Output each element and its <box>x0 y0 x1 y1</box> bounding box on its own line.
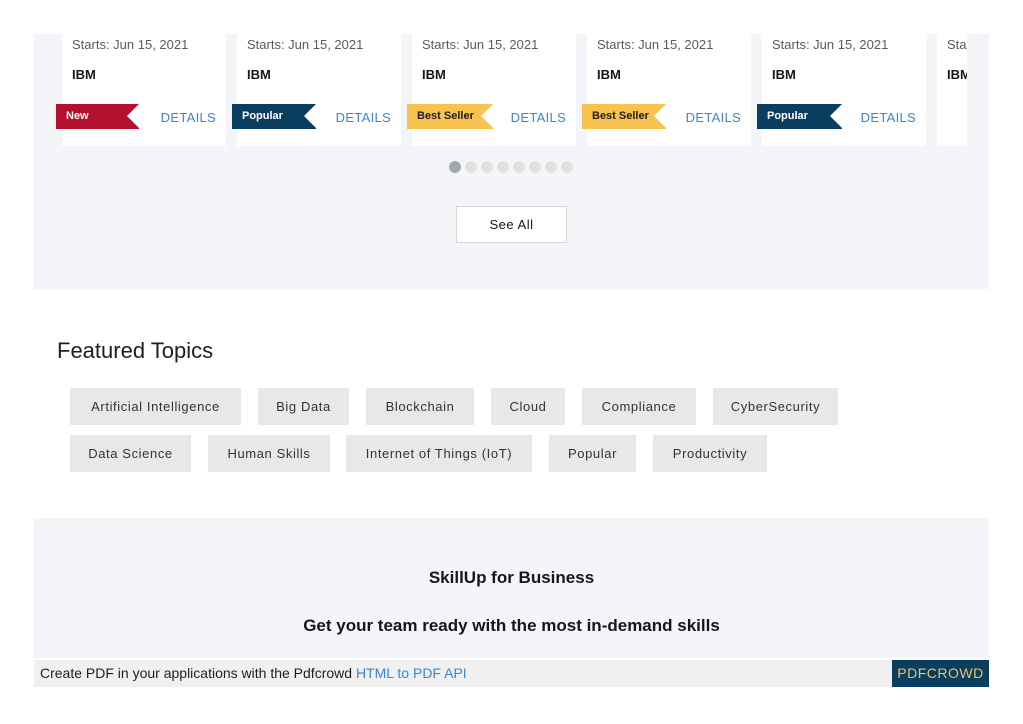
carousel-dot[interactable] <box>481 161 493 173</box>
course-card[interactable]: Starts: Jun 15, 2021 IBM DETAILS <box>762 34 926 146</box>
course-start-date: Starts: Jun 15, 2021 <box>72 37 189 52</box>
carousel-dot[interactable] <box>561 161 573 173</box>
carousel-dot[interactable] <box>513 161 525 173</box>
course-carousel: Starts: Jun 15, 2021 IBM DETAILS Starts:… <box>34 34 989 289</box>
topic-chip[interactable]: Cloud <box>491 388 565 425</box>
pdfcrowd-brand-button[interactable]: PDFCROWD <box>892 660 989 687</box>
carousel-pagination <box>449 161 573 173</box>
topic-chip[interactable]: CyberSecurity <box>713 388 838 425</box>
business-subtitle: Get your team ready with the most in-dem… <box>303 616 720 635</box>
course-card[interactable]: Starts: Jun 15, 2021 IBM <box>937 34 967 146</box>
topic-chip[interactable]: Big Data <box>258 388 349 425</box>
course-start-date: Starts: Jun 15, 2021 <box>772 37 889 52</box>
course-provider: IBM <box>772 67 796 82</box>
carousel-dot[interactable] <box>545 161 557 173</box>
topic-chip[interactable]: Artificial Intelligence <box>70 388 241 425</box>
featured-topics-heading: Featured Topics <box>57 338 214 363</box>
course-start-date: Starts: Jun 15, 2021 <box>597 37 714 52</box>
course-provider: IBM <box>947 67 967 82</box>
course-card[interactable]: Starts: Jun 15, 2021 IBM DETAILS <box>62 34 226 146</box>
course-start-date: Starts: Jun 15, 2021 <box>947 37 967 52</box>
pdf-footer: Create PDF in your applications with the… <box>34 660 989 687</box>
topic-chip[interactable]: Compliance <box>582 388 696 425</box>
business-title: SkillUp for Business <box>428 568 595 587</box>
details-link[interactable]: DETAILS <box>861 110 916 125</box>
business-section: SkillUp for Business Get your team ready… <box>34 518 989 658</box>
course-card[interactable]: Starts: Jun 15, 2021 IBM DETAILS <box>587 34 751 146</box>
course-provider: IBM <box>247 67 271 82</box>
pdf-footer-text: Create PDF in your applications with the… <box>40 665 467 681</box>
carousel-dot[interactable] <box>465 161 477 173</box>
carousel-dot[interactable] <box>449 161 461 173</box>
details-link[interactable]: DETAILS <box>686 110 741 125</box>
details-link[interactable]: DETAILS <box>511 110 566 125</box>
topic-chip[interactable]: Blockchain <box>366 388 474 425</box>
see-all-button[interactable]: See All <box>456 206 567 243</box>
course-provider: IBM <box>422 67 446 82</box>
topic-chip[interactable]: Popular <box>549 435 636 472</box>
topic-chip[interactable]: Productivity <box>653 435 767 472</box>
pdf-api-link[interactable]: HTML to PDF API <box>356 665 467 681</box>
topic-chip[interactable]: Internet of Things (IoT) <box>346 435 532 472</box>
course-start-date: Starts: Jun 15, 2021 <box>422 37 539 52</box>
course-provider: IBM <box>72 67 96 82</box>
carousel-viewport: Starts: Jun 15, 2021 IBM DETAILS Starts:… <box>62 34 967 147</box>
details-link[interactable]: DETAILS <box>161 110 216 125</box>
course-provider: IBM <box>597 67 621 82</box>
topic-chip[interactable]: Human Skills <box>208 435 330 472</box>
course-card[interactable]: Starts: Jun 15, 2021 IBM DETAILS <box>412 34 576 146</box>
carousel-dot[interactable] <box>497 161 509 173</box>
course-card[interactable]: Starts: Jun 15, 2021 IBM DETAILS <box>237 34 401 146</box>
course-start-date: Starts: Jun 15, 2021 <box>247 37 364 52</box>
topic-chip[interactable]: Data Science <box>70 435 191 472</box>
carousel-dot[interactable] <box>529 161 541 173</box>
pdf-footer-message: Create PDF in your applications with the… <box>40 665 356 681</box>
details-link[interactable]: DETAILS <box>336 110 391 125</box>
